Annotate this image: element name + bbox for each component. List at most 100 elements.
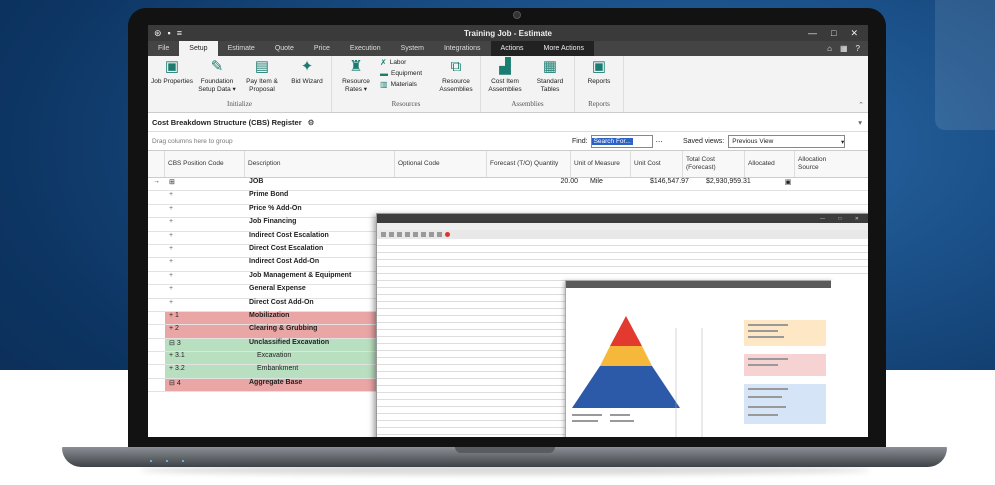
- row-plus-icon[interactable]: +: [165, 232, 245, 244]
- expand-icon[interactable]: ⊞: [165, 178, 245, 190]
- maximize-button[interactable]: □: [831, 28, 836, 39]
- find-label: Find:: [572, 138, 588, 145]
- toolbar-icon[interactable]: [397, 232, 402, 237]
- ribbon-group-initialize: ▣ Job Properties ✎ Foundation Setup Data ▾…: [148, 56, 332, 112]
- toolbar-icon[interactable]: [381, 232, 386, 237]
- labor-icon: ✗: [380, 58, 387, 67]
- code-text: 2: [175, 325, 179, 333]
- chevron-down-icon[interactable]: ▾: [858, 118, 862, 127]
- row-plus-icon[interactable]: +: [165, 191, 245, 203]
- code-text: 3: [176, 339, 181, 347]
- row-plus-icon[interactable]: +: [165, 258, 245, 270]
- row-code[interactable]: + 3.2: [165, 365, 245, 378]
- window-title: Training Job - Estimate: [463, 28, 552, 38]
- led-icon: [150, 460, 152, 462]
- equipment-button[interactable]: ▬ Equipment: [380, 69, 432, 78]
- row-code[interactable]: + 1: [165, 311, 245, 325]
- menu-execution[interactable]: Execution: [340, 41, 391, 56]
- minimize-button[interactable]: —: [808, 28, 817, 39]
- column-header-allocation-source[interactable]: Allocation Source: [795, 151, 850, 177]
- menu-quote[interactable]: Quote: [265, 41, 304, 56]
- code-text: 3.2: [175, 365, 185, 373]
- button-label: Pay Item & Proposal: [246, 78, 278, 93]
- job-unit: Mile: [590, 178, 603, 185]
- laptop-notch: [455, 447, 555, 453]
- camera-icon: [513, 11, 521, 19]
- cost-item-assemblies-button[interactable]: ▟ Cost Item Assemblies: [484, 58, 526, 94]
- column-header-optional-code[interactable]: Optional Code: [395, 151, 487, 177]
- chevron-down-icon: ▾: [840, 138, 845, 146]
- pay-item-button[interactable]: ▤ Pay Item & Proposal: [241, 58, 283, 94]
- row-plus-icon[interactable]: +: [165, 218, 245, 230]
- row-plus-icon[interactable]: +: [165, 299, 245, 311]
- secondary-window[interactable]: — □ ✕: [376, 213, 868, 437]
- button-label: Bid Wizard: [291, 78, 323, 85]
- row-code[interactable]: ⊟ 4: [165, 378, 245, 392]
- labor-button[interactable]: ✗ Labor: [380, 58, 432, 67]
- menu-integrations[interactable]: Integrations: [434, 41, 491, 56]
- register-tab[interactable]: Cost Breakdown Structure (CBS) Register …: [148, 113, 868, 132]
- ribbon-group-label: Initialize: [227, 100, 252, 108]
- menu-estimate[interactable]: Estimate: [218, 41, 265, 56]
- row-plus-icon[interactable]: +: [165, 272, 245, 284]
- menu-system[interactable]: System: [391, 41, 434, 56]
- led-icon: [166, 460, 168, 462]
- assemblies-icon: ⧉: [450, 58, 462, 75]
- chart-window[interactable]: [565, 280, 833, 437]
- collapse-ribbon-icon[interactable]: ⌃: [858, 101, 864, 109]
- toolbar-icon[interactable]: [429, 232, 434, 237]
- column-header-total-cost[interactable]: Total Cost (Forecast): [683, 151, 745, 177]
- bank-icon[interactable]: ⌂: [827, 44, 832, 53]
- menu-more-actions[interactable]: More Actions: [533, 41, 594, 56]
- settings-icon[interactable]: ⚙: [308, 118, 315, 127]
- job-properties-button[interactable]: ▣ Job Properties: [151, 58, 193, 86]
- allocated-checkbox[interactable]: ▣: [768, 178, 808, 186]
- column-header-description[interactable]: Description: [245, 151, 395, 177]
- standard-tables-button[interactable]: ▦ Standard Tables: [529, 58, 571, 94]
- row-code[interactable]: + 3.1: [165, 352, 245, 365]
- menu-setup[interactable]: Setup: [179, 41, 218, 56]
- foundation-setup-button[interactable]: ✎ Foundation Setup Data ▾: [196, 58, 238, 94]
- table-row[interactable]: + Prime Bond: [148, 191, 868, 205]
- layout-icon[interactable]: ▦: [840, 44, 848, 53]
- column-header-unit-cost[interactable]: Unit Cost: [631, 151, 683, 177]
- row-plus-icon[interactable]: +: [165, 245, 245, 257]
- button-label: Reports: [587, 78, 611, 85]
- menu-actions[interactable]: Actions: [490, 41, 534, 56]
- menu-file[interactable]: File: [148, 41, 179, 56]
- row-plus-icon[interactable]: +: [165, 285, 245, 297]
- close-button[interactable]: ✕: [850, 28, 858, 39]
- code-text: 4: [176, 379, 181, 387]
- led-icon: [182, 460, 184, 462]
- secondary-side-columns: [831, 280, 868, 437]
- stop-icon[interactable]: [445, 232, 450, 237]
- saved-views: Saved views: Previous View ▾: [683, 135, 846, 148]
- reports-button[interactable]: ▣ Reports: [578, 58, 620, 86]
- help-icon[interactable]: ?: [856, 44, 860, 53]
- row-code[interactable]: + 2: [165, 325, 245, 338]
- toolbar-icon[interactable]: [413, 232, 418, 237]
- chart-window-title-bar: [566, 281, 832, 288]
- row-plus-icon[interactable]: +: [165, 205, 245, 217]
- laptop-screen: ⊛ ▪ ≡ Training Job - Estimate — □ ✕ File…: [148, 25, 868, 437]
- bid-wizard-button[interactable]: ✦ Bid Wizard: [286, 58, 328, 86]
- toolbar-icon[interactable]: [421, 232, 426, 237]
- toolbar-icon[interactable]: [405, 232, 410, 237]
- column-header-allocated[interactable]: Allocated: [745, 151, 795, 177]
- find-dropdown-icon[interactable]: ⋯: [656, 138, 663, 146]
- row-code[interactable]: ⊟ 3: [165, 338, 245, 352]
- materials-icon: ▥: [380, 80, 388, 89]
- menu-price[interactable]: Price: [304, 41, 340, 56]
- column-header-unit[interactable]: Unit of Measure: [571, 151, 631, 177]
- saved-views-select[interactable]: Previous View ▾: [728, 135, 846, 148]
- resource-rates-button[interactable]: ♜ Resource Rates ▾: [335, 58, 377, 94]
- toolbar-icon[interactable]: [389, 232, 394, 237]
- resource-assemblies-button[interactable]: ⧉ Resource Assemblies: [435, 58, 477, 94]
- column-header-quantity[interactable]: Forecast (T/O) Quantity: [487, 151, 571, 177]
- materials-button[interactable]: ▥ Materials: [380, 80, 432, 89]
- search-input[interactable]: Search For...: [590, 135, 653, 148]
- table-row[interactable]: → ⊞ JOB 20.00 Mile $146,547.97 $2,930,95…: [148, 178, 868, 192]
- toolbar-icon[interactable]: [437, 232, 442, 237]
- window-controls-icon[interactable]: — □ ✕: [820, 216, 868, 222]
- column-header-cbs[interactable]: CBS Position Code: [165, 151, 245, 177]
